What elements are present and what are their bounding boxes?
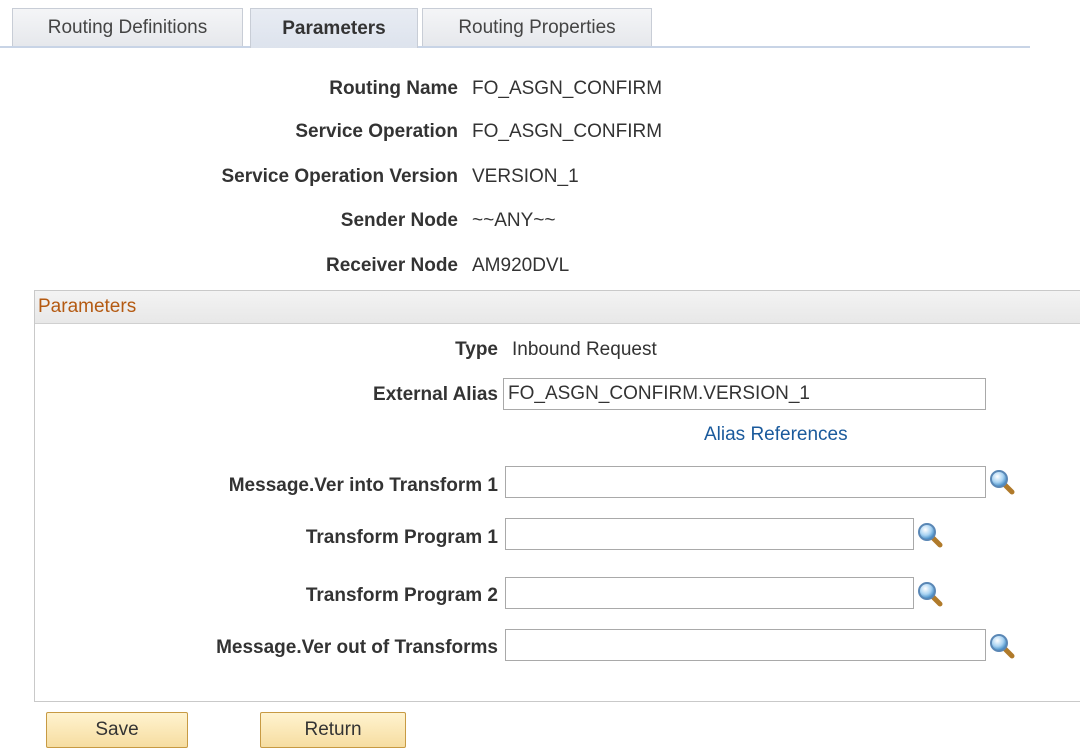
routing-name-value: FO_ASGN_CONFIRM: [472, 78, 663, 99]
receiver-node-row: Receiver Node AM920DVL: [0, 252, 1080, 280]
external-alias-label: External Alias: [373, 384, 498, 405]
transform-program-1-lookup-icon[interactable]: [916, 521, 944, 549]
routing-name-label: Routing Name: [329, 78, 458, 99]
transform-program-2-lookup-icon[interactable]: [916, 580, 944, 608]
msg-into-transform-lookup-icon[interactable]: [988, 468, 1016, 496]
transform-program-2-input[interactable]: [505, 577, 914, 609]
return-button[interactable]: Return: [260, 712, 406, 748]
parameters-group-header: Parameters: [35, 291, 1080, 324]
sender-node-value: ~~ANY~~: [472, 210, 556, 231]
msg-out-of-transforms-lookup-icon[interactable]: [988, 632, 1016, 660]
service-operation-row: Service Operation FO_ASGN_CONFIRM: [0, 118, 1080, 146]
tab-bar-underline: [0, 46, 1030, 48]
save-button[interactable]: Save: [46, 712, 188, 748]
msg-into-transform-input[interactable]: [505, 466, 986, 498]
alias-references-link[interactable]: Alias References: [704, 424, 848, 446]
sender-node-label: Sender Node: [340, 210, 458, 231]
routing-name-row: Routing Name FO_ASGN_CONFIRM: [0, 75, 1080, 103]
service-operation-value: FO_ASGN_CONFIRM: [472, 121, 663, 142]
external-alias-input[interactable]: [503, 378, 986, 410]
type-label: Type: [455, 339, 498, 360]
sender-node-row: Sender Node ~~ANY~~: [0, 207, 1080, 235]
receiver-node-value: AM920DVL: [472, 255, 570, 276]
receiver-node-label: Receiver Node: [325, 255, 458, 276]
service-operation-version-label: Service Operation Version: [221, 166, 458, 187]
service-operation-label: Service Operation: [295, 121, 458, 142]
msg-out-of-transforms-input[interactable]: [505, 629, 986, 661]
service-operation-version-value: VERSION_1: [472, 166, 579, 187]
transform-program-2-label: Transform Program 2: [305, 585, 498, 606]
type-value: Inbound Request: [512, 339, 657, 360]
transform-program-1-label: Transform Program 1: [305, 527, 498, 548]
tab-parameters[interactable]: Parameters: [250, 8, 418, 48]
tab-bar: Routing Definitions Parameters Routing P…: [0, 8, 1030, 48]
msg-into-transform-label: Message.Ver into Transform 1: [228, 475, 498, 496]
tab-routing-properties[interactable]: Routing Properties: [422, 8, 652, 46]
service-operation-version-row: Service Operation Version VERSION_1: [0, 163, 1080, 191]
msg-out-of-transforms-label: Message.Ver out of Transforms: [216, 637, 498, 658]
tab-routing-definitions[interactable]: Routing Definitions: [12, 8, 243, 46]
transform-program-1-input[interactable]: [505, 518, 914, 550]
